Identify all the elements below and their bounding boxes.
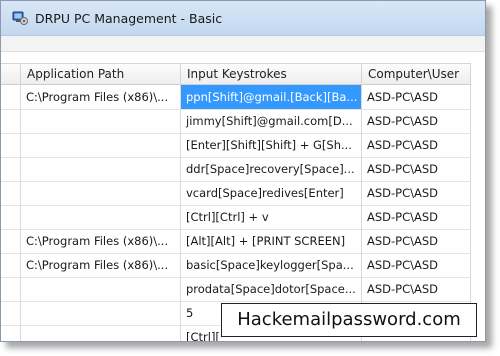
cell-computer-user[interactable]: ASD-PC\ASD <box>362 157 471 181</box>
table-row[interactable]: jimmy[Shift]@gmail.com[D... ASD-PC\ASD <box>1 109 471 134</box>
table-row[interactable]: ddr[Space]recovery[Space]... ASD-PC\ASD <box>1 157 471 182</box>
table-row[interactable]: prodata[Space]dotor[Space... ASD-PC\ASD <box>1 277 471 302</box>
table-row[interactable]: [Enter][Shift][Shift] + G[Sh... ASD-PC\AS… <box>1 133 471 158</box>
toolbar-strip <box>1 36 485 52</box>
cell-application-path[interactable] <box>21 181 181 205</box>
row-indicator[interactable] <box>1 229 21 253</box>
cell-input-keystrokes[interactable]: ppn[Shift]@gmail.[Back][Ba... <box>181 85 362 109</box>
header-input-keystrokes[interactable]: Input Keystrokes <box>181 64 362 84</box>
header-computer-user[interactable]: Computer\User <box>362 64 471 84</box>
cell-application-path[interactable] <box>21 205 181 229</box>
cell-application-path[interactable] <box>21 301 181 325</box>
cell-application-path[interactable] <box>21 109 181 133</box>
cell-computer-user[interactable]: ASD-PC\ASD <box>362 133 471 157</box>
header-indicator <box>1 64 21 84</box>
cell-application-path[interactable] <box>21 157 181 181</box>
cell-computer-user[interactable]: ASD-PC\ASD <box>362 205 471 229</box>
watermark-text: Hackemailpassword.com <box>221 303 477 337</box>
cell-application-path[interactable]: C:\Program Files (x86)\... <box>21 253 181 277</box>
cell-computer-user[interactable]: ASD-PC\ASD <box>362 253 471 277</box>
row-indicator[interactable] <box>1 133 21 157</box>
cell-application-path[interactable] <box>21 133 181 157</box>
row-indicator[interactable] <box>1 109 21 133</box>
table-row[interactable]: C:\Program Files (x86)\... basic[Space]ke… <box>1 253 471 278</box>
keystroke-table: Application Path Input Keystrokes Comput… <box>1 63 471 341</box>
row-indicator[interactable] <box>1 325 21 341</box>
cell-application-path[interactable] <box>21 325 181 341</box>
cell-computer-user[interactable]: ASD-PC\ASD <box>362 85 471 109</box>
table-row[interactable]: C:\Program Files (x86)\... ppn[Shift]@gma… <box>1 85 471 110</box>
cell-computer-user[interactable]: ASD-PC\ASD <box>362 229 471 253</box>
row-indicator[interactable] <box>1 253 21 277</box>
table-row[interactable]: C:\Program Files (x86)\... [Alt][Alt] + [… <box>1 229 471 254</box>
row-indicator[interactable] <box>1 157 21 181</box>
row-indicator[interactable] <box>1 277 21 301</box>
header-application-path[interactable]: Application Path <box>21 64 181 84</box>
row-indicator[interactable] <box>1 301 21 325</box>
table-row[interactable]: vcard[Space]redives[Enter] ASD-PC\ASD <box>1 181 471 206</box>
window-title: DRPU PC Management - Basic <box>35 10 223 26</box>
row-indicator[interactable] <box>1 181 21 205</box>
cell-input-keystrokes[interactable]: jimmy[Shift]@gmail.com[D... <box>181 109 362 133</box>
table-header: Application Path Input Keystrokes Comput… <box>1 64 471 85</box>
app-window: DRPU PC Management - Basic Application P… <box>0 0 486 342</box>
cell-input-keystrokes[interactable]: prodata[Space]dotor[Space... <box>181 277 362 301</box>
cell-input-keystrokes[interactable]: [Ctrl][Ctrl] + v <box>181 205 362 229</box>
app-icon <box>12 11 28 25</box>
row-indicator[interactable] <box>1 205 21 229</box>
cell-computer-user[interactable]: ASD-PC\ASD <box>362 277 471 301</box>
cell-input-keystrokes[interactable]: ddr[Space]recovery[Space]... <box>181 157 362 181</box>
table-row[interactable]: [Ctrl][Ctrl] + v ASD-PC\ASD <box>1 205 471 230</box>
cell-input-keystrokes[interactable]: [Enter][Shift][Shift] + G[Sh... <box>181 133 362 157</box>
cell-application-path[interactable]: C:\Program Files (x86)\... <box>21 229 181 253</box>
cell-computer-user[interactable]: ASD-PC\ASD <box>362 109 471 133</box>
cell-input-keystrokes[interactable]: basic[Space]keylogger[Spa... <box>181 253 362 277</box>
title-bar[interactable]: DRPU PC Management - Basic <box>1 1 485 36</box>
cell-input-keystrokes[interactable]: [Alt][Alt] + [PRINT SCREEN] <box>181 229 362 253</box>
row-indicator[interactable] <box>1 85 21 109</box>
cell-input-keystrokes[interactable]: vcard[Space]redives[Enter] <box>181 181 362 205</box>
cell-application-path[interactable] <box>21 277 181 301</box>
cell-application-path[interactable]: C:\Program Files (x86)\... <box>21 85 181 109</box>
cell-computer-user[interactable]: ASD-PC\ASD <box>362 181 471 205</box>
